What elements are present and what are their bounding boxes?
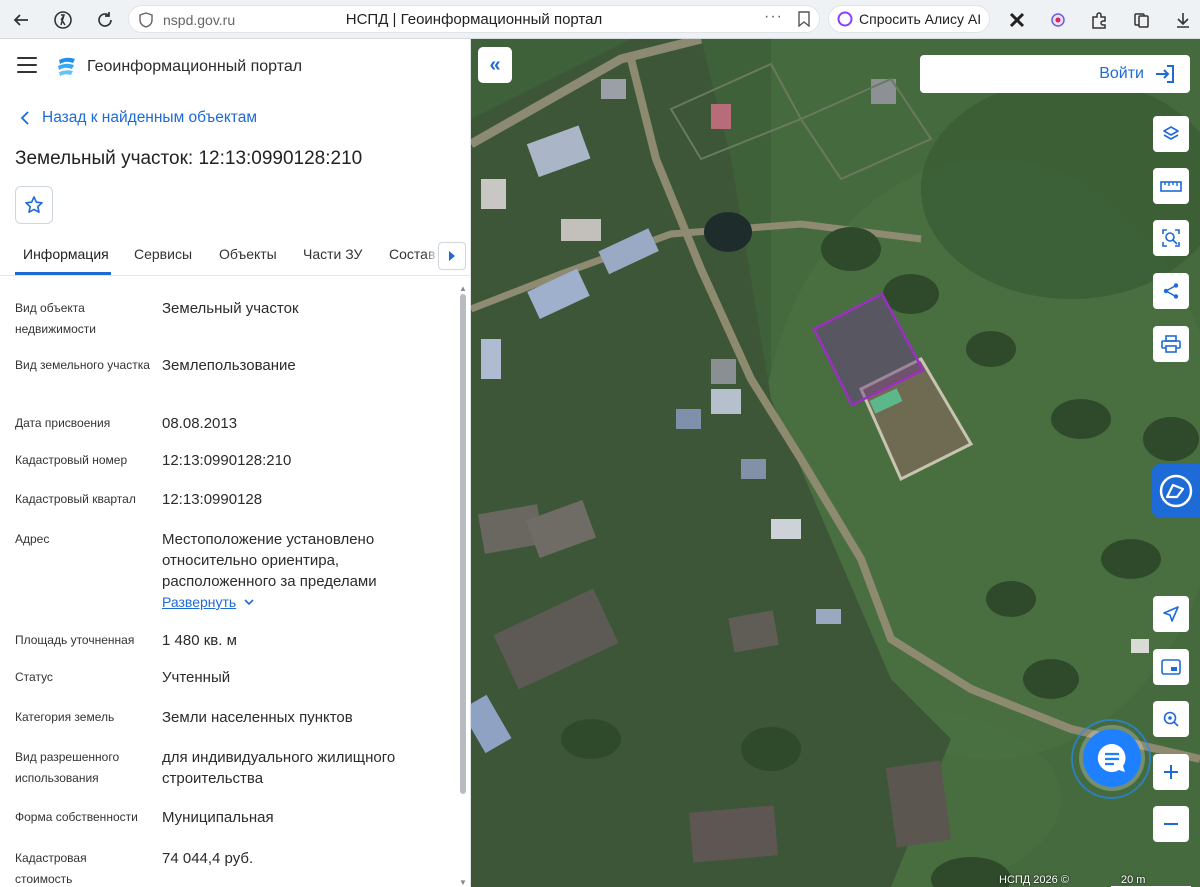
geolocation-button[interactable] bbox=[1153, 596, 1189, 632]
scale-label: 20 m bbox=[1121, 874, 1146, 886]
info-panel: Геоинформационный портал Назад к найденн… bbox=[0, 39, 471, 887]
tab-services[interactable]: Сервисы bbox=[134, 246, 192, 262]
menu-icon[interactable] bbox=[17, 57, 37, 73]
area-select-button[interactable] bbox=[1153, 220, 1189, 256]
tabs-scroll-right-button[interactable] bbox=[438, 242, 466, 270]
extension-target-icon[interactable] bbox=[1045, 7, 1071, 33]
collections-icon[interactable] bbox=[1128, 7, 1154, 33]
tab-objects[interactable]: Объекты bbox=[219, 246, 277, 262]
property-value: Земли населенных пунктов bbox=[162, 709, 353, 726]
property-label: Статус bbox=[15, 670, 53, 684]
property-value: для индивидуального жилищного строительс… bbox=[162, 749, 396, 787]
expand-address-link[interactable]: Развернуть bbox=[162, 594, 254, 610]
property-label: Кадастровый квартал bbox=[15, 492, 136, 506]
property-label: Вид земельного участка bbox=[15, 358, 150, 372]
zoom-out-button[interactable] bbox=[1153, 806, 1189, 842]
minus-icon bbox=[1164, 823, 1178, 825]
property-label: Форма собственности bbox=[15, 810, 138, 824]
extensions-puzzle-icon[interactable] bbox=[1086, 7, 1112, 33]
scroll-thumb[interactable] bbox=[460, 294, 466, 794]
area-select-icon bbox=[1162, 229, 1180, 247]
tab-information[interactable]: Информация bbox=[23, 246, 109, 262]
ruler-icon bbox=[1160, 181, 1182, 192]
zoom-in-button[interactable] bbox=[1153, 754, 1189, 790]
yandex-logo-icon[interactable] bbox=[50, 7, 76, 33]
property-label: Кадастровая стоимость bbox=[15, 851, 87, 886]
ask-alice-label: Спросить Алису AI bbox=[859, 11, 982, 27]
download-icon[interactable] bbox=[1170, 7, 1196, 33]
property-value: Учтенный bbox=[162, 669, 231, 686]
layers-icon bbox=[1163, 126, 1179, 140]
page-title-text: НСПД | Геоинформационный портал bbox=[345, 11, 603, 28]
property-label: Кадастровый номер bbox=[15, 453, 128, 467]
property-value: 12:13:0990128:210 bbox=[162, 452, 292, 469]
back-to-results-link[interactable]: Назад к найденным объектам bbox=[20, 109, 257, 127]
property-label: Вид объекта недвижимости bbox=[15, 301, 96, 336]
share-icon bbox=[1163, 283, 1179, 299]
panel-scrollbar[interactable]: ▲ ▼ bbox=[459, 284, 467, 887]
property-value: 12:13:0990128 bbox=[162, 491, 263, 508]
minimap-button[interactable] bbox=[1153, 649, 1189, 685]
property-label: Категория земель bbox=[15, 710, 115, 724]
ask-alice-button[interactable]: Спросить Алису AI bbox=[828, 5, 990, 33]
chat-bubble-icon bbox=[1097, 743, 1126, 772]
collapse-panel-button[interactable]: « bbox=[478, 47, 512, 83]
chat-assistant-button[interactable] bbox=[1083, 729, 1141, 787]
minimap-icon bbox=[1161, 659, 1181, 675]
property-label: Площадь уточненная bbox=[15, 633, 135, 647]
chevron-down-icon bbox=[244, 598, 254, 605]
property-label: Адрес bbox=[15, 532, 50, 546]
double-chevron-left-icon: « bbox=[489, 53, 501, 76]
property-value: Местоположение установлено относительно … bbox=[162, 531, 377, 590]
tab-parcel-parts[interactable]: Части ЗУ bbox=[303, 246, 362, 262]
property-value: Землепользование bbox=[162, 357, 296, 374]
layers-button[interactable] bbox=[1153, 116, 1189, 152]
navigation-arrow-icon bbox=[1163, 606, 1179, 622]
property-value: 1 480 кв. м bbox=[162, 632, 237, 649]
printer-icon bbox=[1161, 335, 1181, 353]
back-arrow-icon[interactable] bbox=[8, 7, 34, 33]
share-button[interactable] bbox=[1153, 273, 1189, 309]
reload-icon[interactable] bbox=[92, 7, 118, 33]
bookmark-icon[interactable] bbox=[797, 11, 811, 32]
login-label: Войти bbox=[1099, 65, 1144, 82]
property-value: Земельный участок bbox=[162, 300, 299, 317]
map-attribution: НСПД 2026 © bbox=[999, 874, 1069, 886]
nspd-emblem-icon bbox=[1159, 474, 1193, 508]
property-label: Вид разрешенного использования bbox=[15, 750, 120, 785]
star-icon bbox=[25, 196, 43, 213]
point-search-icon bbox=[1163, 711, 1179, 727]
active-tab-indicator bbox=[15, 272, 111, 275]
map-view[interactable]: « Войти НСПД 2026 © 20 m bbox=[471, 39, 1200, 887]
chevron-right-icon bbox=[449, 251, 455, 261]
portal-name[interactable]: Геоинформационный портал bbox=[87, 58, 302, 76]
search-by-click-button[interactable] bbox=[1153, 701, 1189, 737]
portal-logo-icon[interactable] bbox=[56, 56, 78, 81]
print-button[interactable] bbox=[1153, 326, 1189, 362]
scroll-up-arrow-icon[interactable]: ▲ bbox=[459, 284, 467, 293]
feedback-side-tab[interactable] bbox=[1152, 464, 1200, 518]
alice-icon bbox=[837, 11, 853, 27]
property-value: Муниципальная bbox=[162, 809, 274, 826]
scroll-down-arrow-icon[interactable]: ▼ bbox=[459, 878, 467, 887]
object-title: Земельный участок: 12:13:0990128:210 bbox=[15, 148, 363, 169]
chevron-left-icon bbox=[20, 111, 29, 125]
back-label: Назад к найденным объектам bbox=[42, 109, 257, 126]
address-bar[interactable]: nspd.gov.ru НСПД | Геоинформационный пор… bbox=[128, 5, 820, 33]
more-dots-icon[interactable]: ··· bbox=[764, 8, 783, 26]
tab-bar: Информация Сервисы Объекты Части ЗУ Сост… bbox=[0, 235, 470, 276]
property-value: 74 044,4 руб. bbox=[162, 850, 254, 867]
property-label: Дата присвоения bbox=[15, 416, 111, 430]
login-button[interactable]: Войти bbox=[920, 55, 1190, 93]
ruler-button[interactable] bbox=[1153, 168, 1189, 204]
property-value: 08.08.2013 bbox=[162, 415, 238, 432]
plus-icon bbox=[1164, 765, 1178, 779]
extension-x-icon[interactable] bbox=[1004, 7, 1030, 33]
expand-label: Развернуть bbox=[162, 594, 237, 610]
browser-toolbar: nspd.gov.ru НСПД | Геоинформационный пор… bbox=[0, 0, 1200, 39]
sign-in-icon bbox=[1156, 65, 1174, 83]
favorite-button[interactable] bbox=[15, 186, 53, 224]
